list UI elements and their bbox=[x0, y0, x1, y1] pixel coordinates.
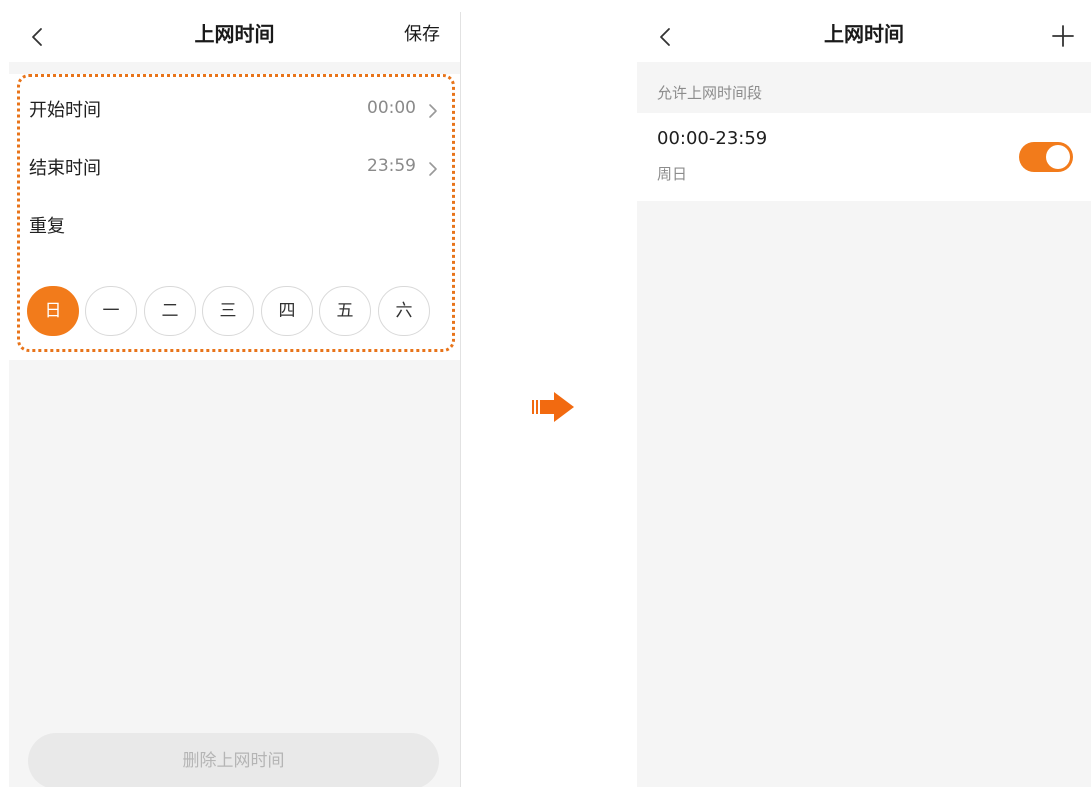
save-button[interactable]: 保存 bbox=[404, 20, 440, 46]
schedule-toggle[interactable] bbox=[1019, 142, 1073, 172]
end-time-label: 结束时间 bbox=[29, 158, 101, 179]
weekday-button-mon[interactable]: 一 bbox=[85, 286, 137, 336]
page-title: 上网时间 bbox=[194, 22, 275, 46]
back-button[interactable] bbox=[23, 20, 51, 54]
start-time-row[interactable]: 开始时间 00:00 bbox=[9, 82, 460, 140]
add-schedule-button[interactable] bbox=[1049, 22, 1077, 50]
navbar: 上网时间 bbox=[637, 12, 1091, 62]
schedule-list-item[interactable]: 00:00-23:59 周日 bbox=[637, 113, 1091, 201]
section-title: 允许上网时间段 bbox=[657, 84, 763, 102]
chevron-left-icon bbox=[660, 28, 670, 46]
back-button[interactable] bbox=[651, 20, 679, 54]
weekday-button-tue[interactable]: 二 bbox=[144, 286, 196, 336]
weekday-button-wed[interactable]: 三 bbox=[202, 286, 254, 336]
weekday-button-sat[interactable]: 六 bbox=[378, 286, 430, 336]
navbar: 上网时间 保存 bbox=[9, 12, 460, 62]
delete-schedule-button[interactable]: 删除上网时间 bbox=[28, 733, 439, 787]
edit-schedule-screen: 上网时间 保存 开始时间 00:00 结束时间 23:59 重复 日 一 二 三… bbox=[9, 12, 461, 787]
schedule-form: 开始时间 00:00 结束时间 23:59 重复 日 一 二 三 四 五 六 bbox=[9, 74, 460, 360]
schedule-time-range: 00:00-23:59 bbox=[657, 128, 768, 149]
toggle-knob bbox=[1046, 145, 1070, 169]
schedule-days: 周日 bbox=[657, 165, 688, 183]
repeat-row: 重复 bbox=[9, 198, 460, 256]
end-time-row[interactable]: 结束时间 23:59 bbox=[9, 140, 460, 198]
chevron-right-icon bbox=[426, 102, 440, 120]
weekday-button-fri[interactable]: 五 bbox=[319, 286, 371, 336]
page-title: 上网时间 bbox=[824, 22, 904, 46]
weekday-button-sun[interactable]: 日 bbox=[27, 286, 79, 336]
weekday-selector: 日 一 二 三 四 五 六 bbox=[27, 286, 442, 338]
plus-icon bbox=[1052, 25, 1074, 47]
repeat-label: 重复 bbox=[29, 216, 65, 237]
chevron-left-icon bbox=[32, 28, 42, 46]
start-time-label: 开始时间 bbox=[29, 100, 101, 121]
start-time-value: 00:00 bbox=[367, 98, 416, 118]
schedule-list-screen: 上网时间 允许上网时间段 00:00-23:59 周日 bbox=[637, 12, 1091, 787]
end-time-value: 23:59 bbox=[367, 156, 416, 176]
arrow-right-icon bbox=[532, 390, 578, 424]
chevron-right-icon bbox=[426, 160, 440, 178]
weekday-button-thu[interactable]: 四 bbox=[261, 286, 313, 336]
